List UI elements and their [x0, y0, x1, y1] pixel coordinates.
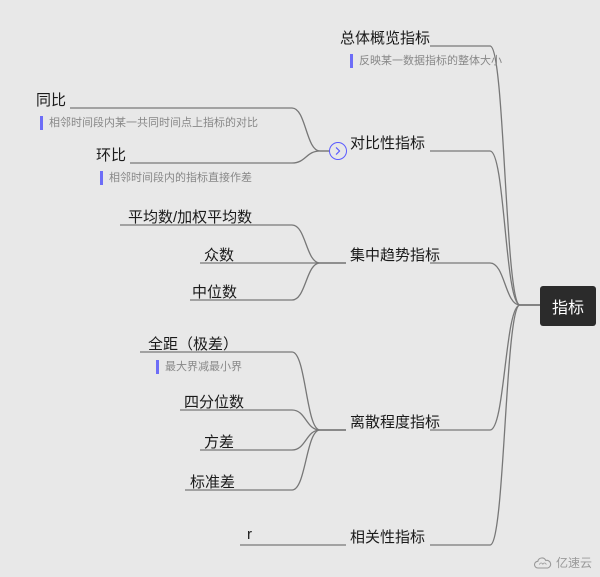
root-node[interactable]: 指标 — [540, 286, 596, 326]
leaf-stddev[interactable]: 标准差 — [190, 471, 235, 492]
leaf-mode[interactable]: 众数 — [204, 244, 234, 265]
leaf-variance[interactable]: 方差 — [204, 431, 234, 452]
mindmap-canvas: 指标 总体概览指标 反映某一数据指标的整体大小 对比性指标 集中趋势指标 离散程… — [0, 0, 600, 577]
branch-dispersion[interactable]: 离散程度指标 — [350, 411, 440, 432]
leaf-mom[interactable]: 环比 — [96, 144, 126, 165]
branch-overview-note: 反映某一数据指标的整体大小 — [350, 54, 502, 68]
branch-overview[interactable]: 总体概览指标 — [340, 27, 430, 48]
cloud-icon — [532, 556, 552, 570]
watermark-text: 亿速云 — [556, 554, 592, 571]
watermark: 亿速云 — [532, 554, 592, 571]
leaf-yoy[interactable]: 同比 — [36, 89, 66, 110]
leaf-quartile[interactable]: 四分位数 — [184, 391, 244, 412]
branch-central[interactable]: 集中趋势指标 — [350, 244, 440, 265]
leaf-range[interactable]: 全距（极差） — [148, 333, 238, 354]
leaf-mom-note: 相邻时间段内的指标直接作差 — [100, 171, 252, 185]
leaf-range-note: 最大界减最小界 — [156, 360, 242, 374]
leaf-median[interactable]: 中位数 — [192, 281, 237, 302]
connectors — [0, 0, 600, 577]
leaf-yoy-note: 相邻时间段内某一共同时间点上指标的对比 — [40, 116, 258, 130]
expand-toggle-icon[interactable] — [329, 142, 347, 160]
branch-correlation[interactable]: 相关性指标 — [350, 526, 425, 547]
leaf-r[interactable]: r — [247, 526, 252, 543]
leaf-mean[interactable]: 平均数/加权平均数 — [128, 206, 252, 227]
branch-contrast[interactable]: 对比性指标 — [350, 132, 425, 153]
